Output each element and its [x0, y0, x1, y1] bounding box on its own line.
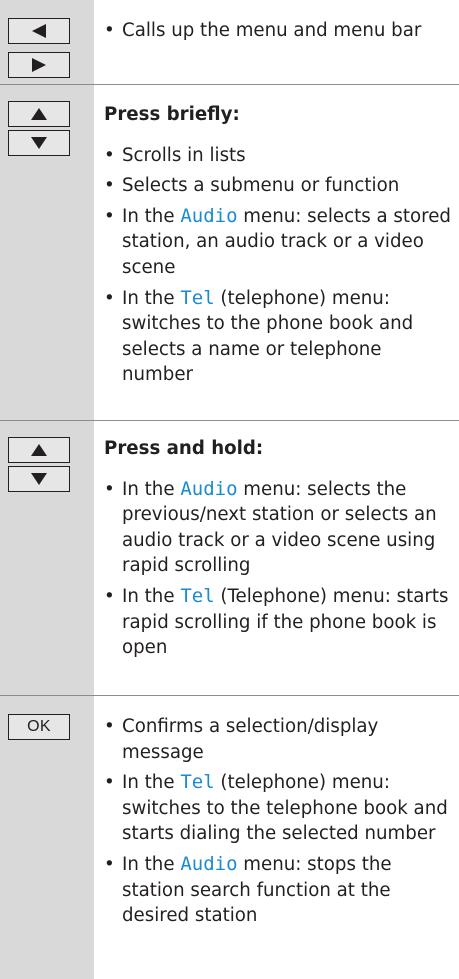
- list-item: • Scrolls in lists: [104, 143, 451, 169]
- left-arrow-icon: [32, 24, 46, 38]
- right-arrow-key: [8, 52, 70, 78]
- up-arrow-key: [8, 437, 70, 463]
- ok-key: OK: [8, 714, 70, 740]
- bullet: •: [104, 478, 115, 500]
- item-text: Calls up the menu and menu bar: [122, 20, 422, 41]
- row-description: • Calls up the menu and menu bar: [104, 18, 451, 44]
- tel-keyword: Tel: [180, 286, 215, 309]
- tel-keyword: Tel: [180, 771, 215, 794]
- list-item: • In the Audio menu: stops the station s…: [104, 852, 451, 929]
- bullet: •: [104, 205, 115, 227]
- bullet: •: [104, 287, 115, 309]
- table-row-ok: OK • Confirms a selection/display messag…: [0, 696, 459, 979]
- list-item: • In the Audio menu: selects the previou…: [104, 477, 451, 579]
- item-text: In the: [122, 772, 181, 794]
- down-arrow-icon: [31, 473, 47, 485]
- table-row-press-and-hold: Press and hold: • In the Audio menu: sel…: [0, 421, 459, 696]
- list-item: • Calls up the menu and menu bar: [104, 18, 451, 44]
- table-row-left-right: • Calls up the menu and menu bar: [0, 0, 459, 85]
- item-text: In the: [122, 853, 181, 875]
- list-item: • Selects a submenu or function: [104, 173, 451, 199]
- table-row-press-briefly: Press briefly: • Scrolls in lists • Sele…: [0, 85, 459, 421]
- list-item: • In the Tel (telephone) menu: switches …: [104, 286, 451, 388]
- down-arrow-icon: [31, 137, 47, 149]
- audio-keyword: Audio: [180, 477, 238, 500]
- list-item: • In the Tel (Telephone) menu: starts ra…: [104, 584, 451, 661]
- row-description: Press briefly: • Scrolls in lists • Sele…: [104, 102, 451, 388]
- bullet: •: [104, 772, 115, 794]
- item-text: Selects a submenu or function: [122, 175, 400, 197]
- ok-key-label: OK: [27, 718, 51, 735]
- down-arrow-key: [8, 130, 70, 156]
- bullet: •: [104, 20, 115, 41]
- row-description: • Confirms a selection/display message •…: [104, 714, 451, 929]
- audio-keyword: Audio: [180, 852, 238, 875]
- bullet: •: [104, 716, 115, 737]
- item-text: In the: [122, 287, 181, 309]
- bullet: •: [104, 175, 115, 197]
- audio-keyword: Audio: [180, 204, 238, 227]
- section-heading: Press briefly:: [104, 104, 240, 125]
- right-arrow-icon: [32, 58, 46, 72]
- item-text: In the: [122, 585, 181, 607]
- item-text: Confirms a selection/display message: [122, 716, 379, 763]
- up-arrow-icon: [31, 108, 47, 120]
- item-text: In the: [122, 478, 181, 500]
- up-arrow-icon: [31, 444, 47, 456]
- item-text: In the: [122, 205, 181, 227]
- bullet: •: [104, 144, 115, 166]
- bullet: •: [104, 585, 115, 607]
- item-text: Scrolls in lists: [122, 144, 246, 166]
- left-arrow-key: [8, 18, 70, 44]
- section-heading: Press and hold:: [104, 438, 264, 459]
- list-item: • In the Tel (telephone) menu: switches …: [104, 770, 451, 847]
- down-arrow-key: [8, 466, 70, 492]
- row-description: Press and hold: • In the Audio menu: sel…: [104, 436, 451, 661]
- list-item: • In the Audio menu: selects a stored st…: [104, 204, 451, 281]
- tel-keyword: Tel: [180, 584, 215, 607]
- button-function-table: • Calls up the menu and menu bar Press b…: [0, 0, 459, 979]
- list-item: • Confirms a selection/display message: [104, 714, 451, 765]
- up-arrow-key: [8, 101, 70, 127]
- bullet: •: [104, 853, 115, 875]
